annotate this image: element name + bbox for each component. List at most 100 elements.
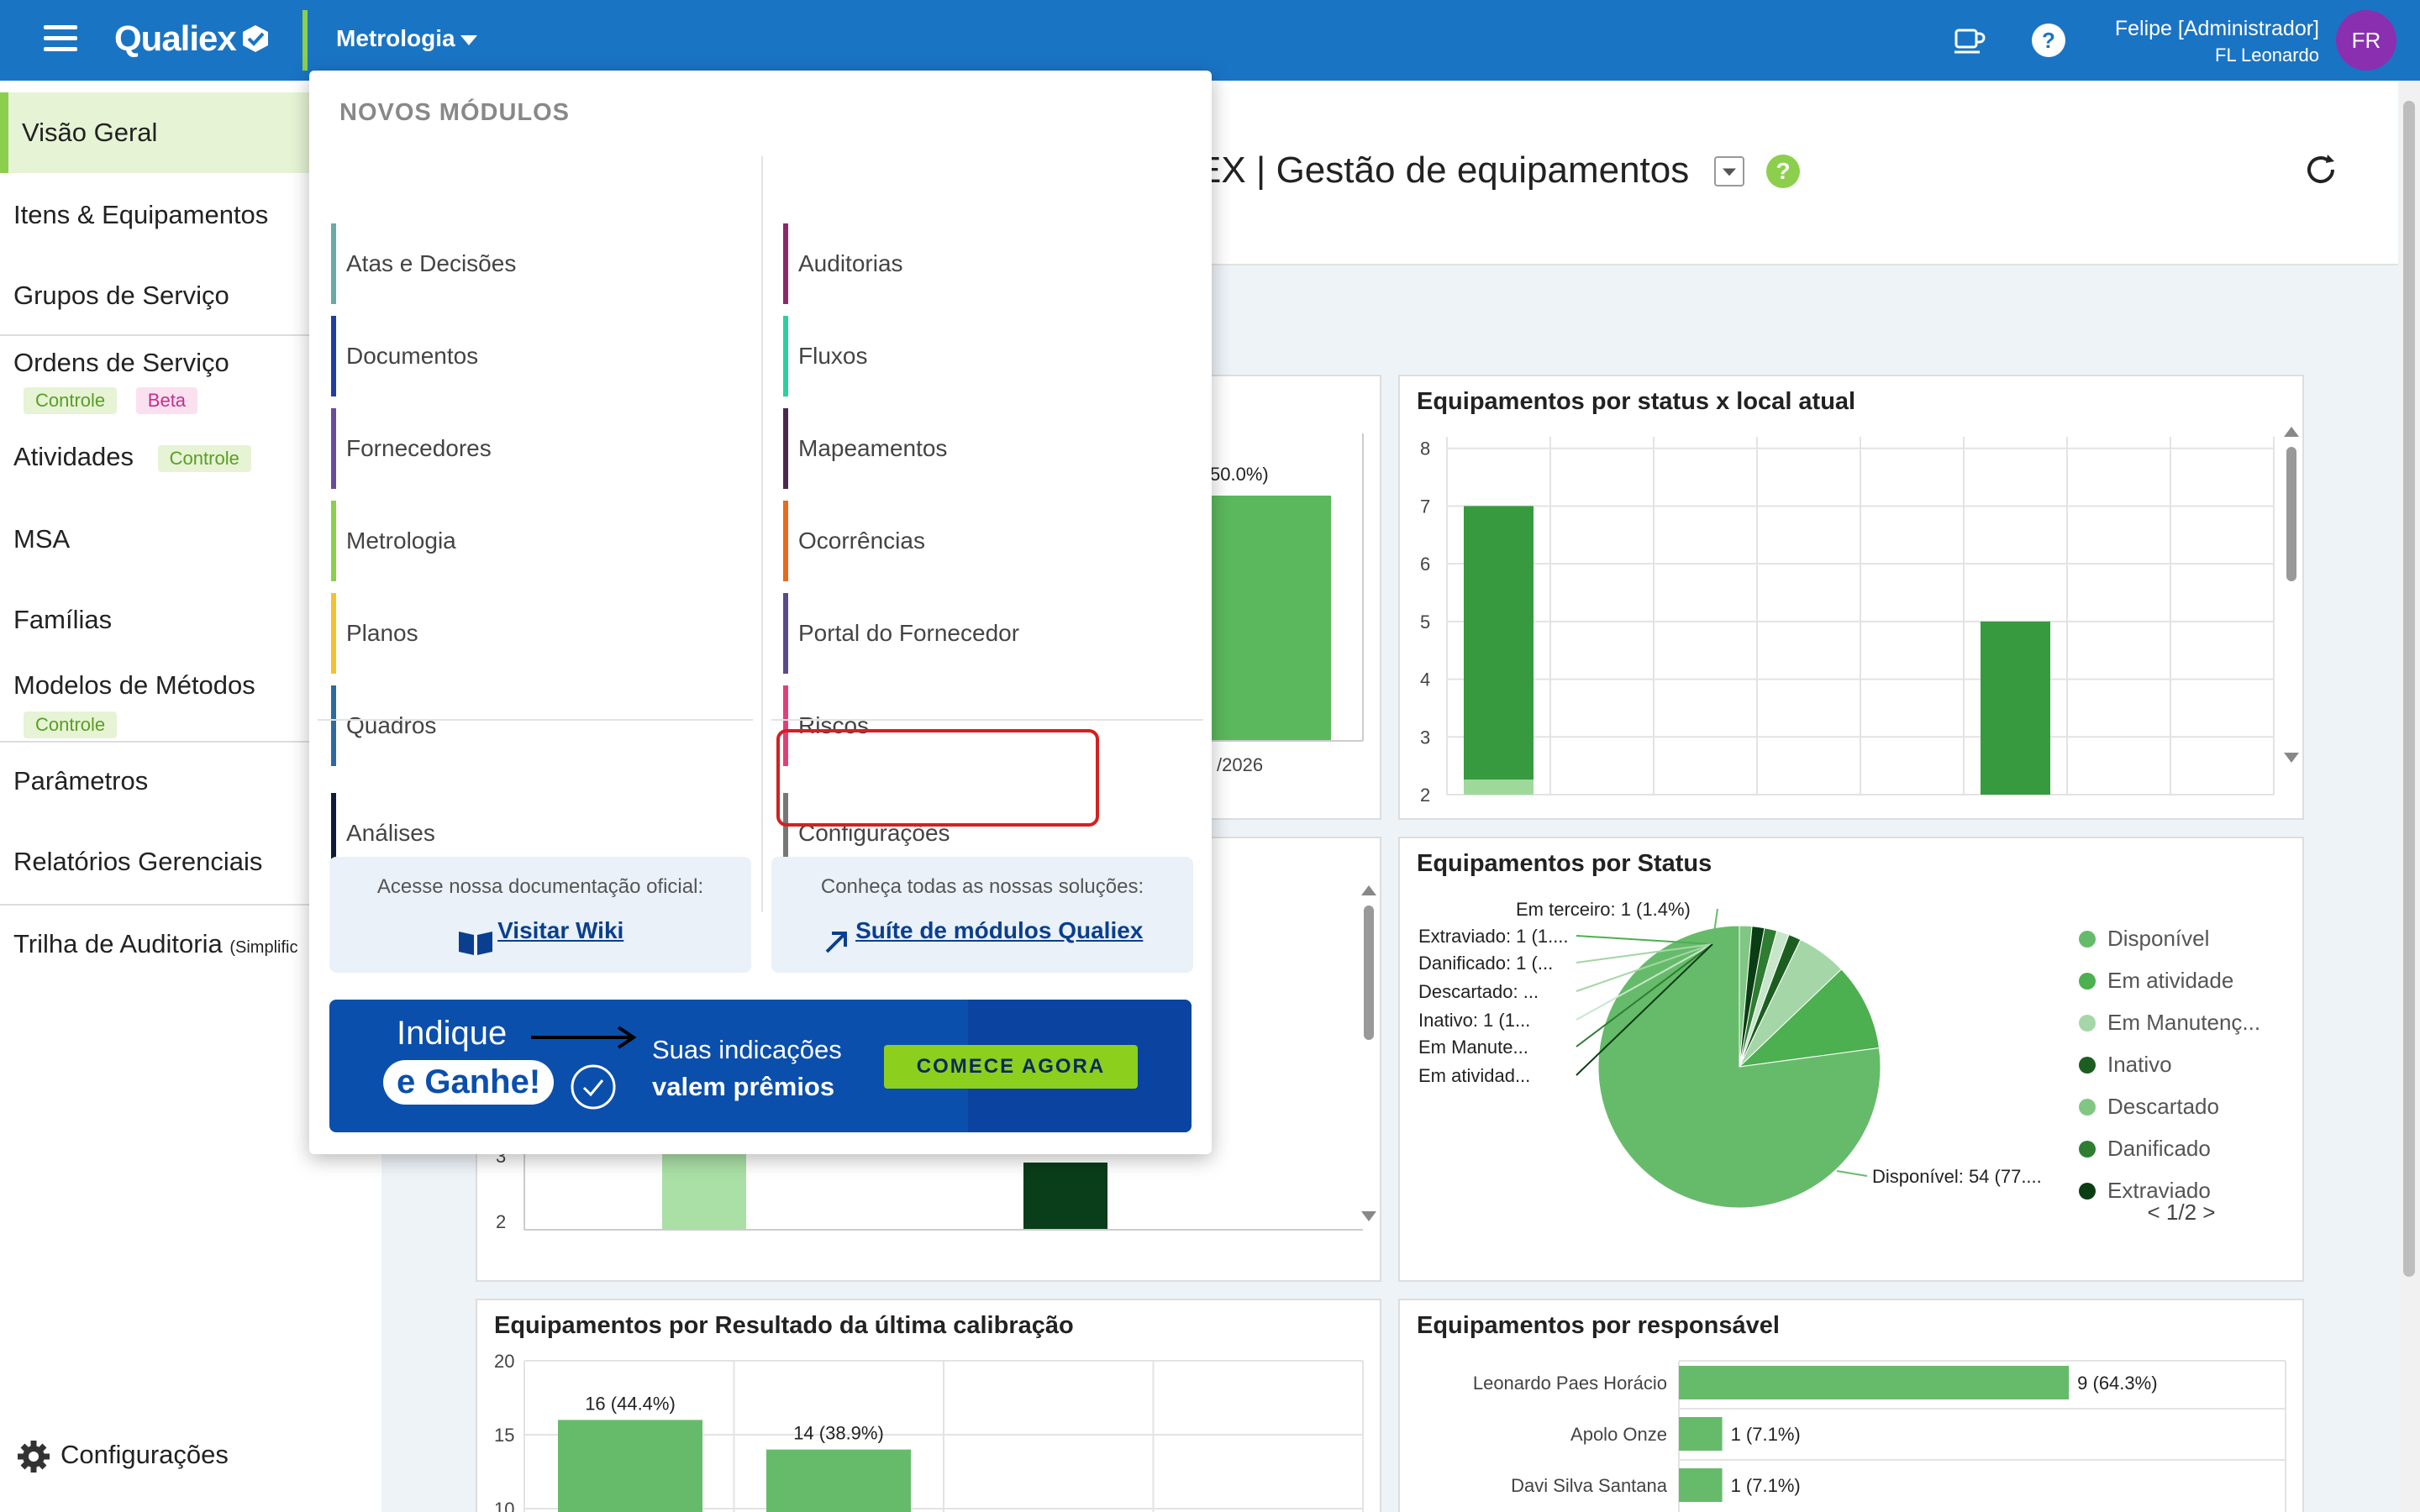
sidebar-item-label: Atividades [13, 442, 134, 471]
status-pie-chart: Em terceiro: 1 (1.4%) Extraviado: 1 (1...… [1418, 899, 2260, 1225]
sidebar-item-msa[interactable]: MSA [13, 524, 70, 554]
y-tick-label: 20 [494, 1351, 514, 1372]
module-item[interactable]: Auditorias [783, 223, 1153, 304]
visit-wiki-link[interactable]: Visitar Wiki [497, 917, 623, 944]
pie-leader-line [1836, 1170, 1868, 1177]
legend-label: Descartado [2107, 1094, 2219, 1119]
card-title: Equipamentos por status x local atual [1417, 388, 1856, 415]
status-local-chart: 8 7 6 5 4 3 2 [1420, 437, 2275, 806]
coffee-cup-icon[interactable] [1949, 22, 1986, 59]
module-selector[interactable]: Metrologia [336, 25, 455, 52]
menu-icon[interactable] [44, 25, 77, 54]
sidebar-item-modelos[interactable]: Modelos de Métodos Controle [13, 670, 255, 738]
legend-marker [2079, 1141, 2096, 1158]
chart-card-calibracao: Equipamentos por Resultado da última cal… [476, 1299, 1381, 1512]
responsavel-chart: Leonardo Paes Horácio 9 (64.3%) Apolo Onze… [1473, 1360, 2286, 1512]
refresh-icon[interactable] [2302, 151, 2339, 188]
y-tick-label: 4 [1420, 669, 1430, 690]
module-item[interactable]: Planos [331, 593, 701, 674]
legend-label: Em Manutenç... [2107, 1010, 2260, 1035]
pie-label: Disponível: 54 (77.... [1872, 1166, 2042, 1187]
legend-marker [2079, 1183, 2096, 1200]
pie-label: Descartado: ... [1418, 981, 1539, 1002]
chart-bar [1023, 1163, 1107, 1230]
referral-banner[interactable]: Indique e Ganhe! Suas indicações valem p… [329, 1000, 1192, 1132]
pie-label: Danificado: 1 (... [1418, 953, 1553, 974]
legend-label: Disponível [2107, 926, 2209, 951]
legend-label: Danificado [2107, 1136, 2211, 1161]
module-item[interactable]: Portal do Fornecedor [783, 593, 1153, 674]
legend-marker [2079, 1015, 2096, 1032]
suite-link[interactable]: Suíte de módulos Qualiex [855, 917, 1143, 944]
help-icon[interactable]: ? [1766, 155, 1800, 188]
y-tick-label: 2 [1420, 785, 1430, 806]
chart-bar [662, 1149, 746, 1230]
sidebar-item-ordens[interactable]: Ordens de Serviço Controle Beta [13, 348, 229, 414]
tag-controle: Controle [157, 444, 251, 472]
comece-agora-button[interactable]: COMECE AGORA [884, 1045, 1138, 1089]
page-scrollbar[interactable] [2400, 84, 2420, 1512]
chart-scrollbar[interactable] [2284, 427, 2299, 763]
chart-scrollbar[interactable] [1361, 885, 1376, 1221]
module-item[interactable]: Metrologia [331, 501, 701, 581]
chart-data-label: 1 (7.1%) [1731, 1475, 1801, 1496]
check-circle-icon [571, 1064, 616, 1110]
chart-bar [558, 1420, 702, 1512]
title-dropdown-button[interactable] [1714, 156, 1744, 186]
sidebar-item-label: Visão Geral [22, 118, 158, 147]
legend-pager: < 1/2 > [2148, 1200, 2216, 1225]
chart-bar [1207, 496, 1331, 741]
tag-beta: Beta [135, 387, 198, 414]
sidebar-item-grupos[interactable]: Grupos de Serviço [13, 281, 229, 311]
module-item[interactable]: Documentos [331, 316, 701, 396]
wiki-caption: Acesse nossa documentação oficial: [376, 875, 704, 898]
gear-icon[interactable] [15, 1438, 52, 1475]
pie-label: Em Manute... [1418, 1037, 1528, 1058]
chart-card-status: Equipamentos por Status Em terceiro: 1 (… [1398, 837, 2304, 1282]
sidebar-item-itens[interactable]: Itens & Equipamentos [13, 200, 268, 230]
pie-label: Em terceiro: 1 (1.4%) [1516, 899, 1691, 920]
module-label: Fornecedores [346, 435, 492, 461]
brand-mark-icon [243, 25, 268, 52]
modules-dropdown: NOVOS MÓDULOS Atas e Decisões Documentos F… [309, 71, 1212, 1154]
sidebar-item-configuracoes[interactable]: Configurações [60, 1440, 229, 1470]
sidebar-item-trilha[interactable]: Trilha de Auditoria (Simplific [13, 929, 297, 959]
module-color-bar [331, 593, 336, 674]
module-label: Portal do Fornecedor [798, 620, 1020, 646]
module-item[interactable]: Ocorrências [783, 501, 1153, 581]
sidebar-item-familias[interactable]: Famílias [13, 605, 112, 635]
sidebar-item-parametros[interactable]: Parâmetros [13, 766, 148, 796]
module-item[interactable]: Fornecedores [331, 408, 701, 489]
wiki-box: Acesse nossa documentação oficial: Visit… [329, 857, 751, 973]
legend-label: Em atividade [2107, 968, 2233, 993]
module-label: Documentos [346, 343, 479, 369]
chart-bar [766, 1449, 911, 1512]
module-item[interactable]: Mapeamentos [783, 408, 1153, 489]
svg-text:?: ? [2042, 28, 2055, 53]
dropdown-divider [761, 156, 763, 912]
sidebar-item-relatorios[interactable]: Relatórios Gerenciais [13, 847, 262, 877]
user-info[interactable]: Felipe [Administrador] FL Leonardo [2115, 17, 2319, 66]
module-item[interactable]: Atas e Decisões [331, 223, 701, 304]
avatar[interactable]: FR [2336, 10, 2396, 71]
y-tick-label: 6 [1420, 554, 1430, 575]
module-color-bar [331, 316, 336, 396]
chart-bar [1981, 621, 2050, 795]
banner-text-1: Suas indicações [652, 1035, 842, 1064]
brand-logo[interactable]: Qualiex [114, 18, 237, 59]
category-label: Davi Silva Santana [1511, 1475, 1668, 1496]
suite-caption: Conheça todas as nossas soluções: [820, 875, 1144, 898]
module-item[interactable]: Quadros [331, 685, 701, 766]
chart-bar [1464, 506, 1534, 795]
page-title: EX | Gestão de equipamentos [1197, 150, 1690, 191]
help-icon[interactable]: ? [2030, 22, 2067, 59]
sidebar-item-atividades[interactable]: Atividades Controle [13, 442, 251, 472]
chart-data-label: 9 (64.3%) [2077, 1373, 2157, 1394]
sidebar-item-label: Ordens de Serviço [13, 348, 229, 377]
module-color-bar [783, 501, 788, 581]
module-color-bar [331, 223, 336, 304]
chevron-down-icon[interactable] [460, 35, 477, 45]
y-tick-label: 5 [1420, 612, 1430, 633]
module-item[interactable]: Fluxos [783, 316, 1153, 396]
pie-label: Extraviado: 1 (1.... [1418, 926, 1569, 947]
